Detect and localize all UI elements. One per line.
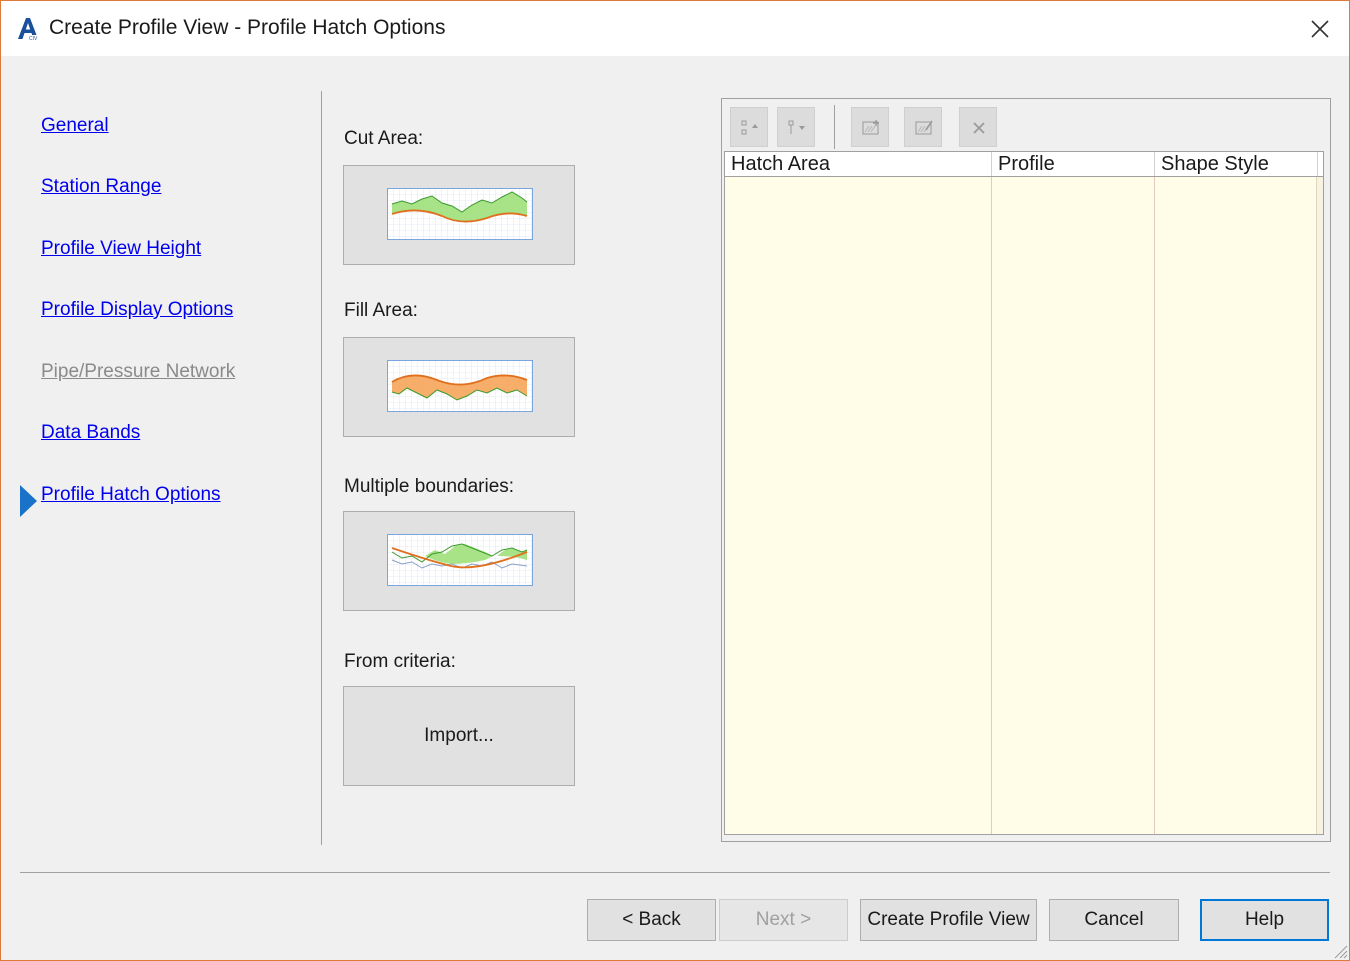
- nav-item-general[interactable]: General: [41, 115, 109, 137]
- move-down-icon: [788, 120, 805, 134]
- fill-area-label: Fill Area:: [344, 300, 418, 321]
- column-divider: [1154, 177, 1155, 834]
- toolbar-separator: [834, 105, 835, 149]
- title-bar: CIV Create Profile View - Profile Hatch …: [1, 1, 1349, 56]
- column-header-shape-style[interactable]: Shape Style: [1155, 152, 1318, 176]
- close-icon[interactable]: [1301, 13, 1337, 45]
- dialog-window: CIV Create Profile View - Profile Hatch …: [0, 0, 1350, 961]
- edit-hatch-button[interactable]: [904, 107, 942, 147]
- multiple-boundaries-hatch-icon: [387, 534, 533, 586]
- import-button[interactable]: Import...: [343, 686, 575, 786]
- footer-divider: [20, 872, 1330, 873]
- cut-area-button[interactable]: [343, 165, 575, 265]
- delete-button[interactable]: [959, 107, 997, 147]
- nav-item-profile-view-height[interactable]: Profile View Height: [41, 238, 201, 260]
- table-header: Hatch Area Profile Shape Style: [725, 152, 1323, 177]
- nav-item-profile-display-options[interactable]: Profile Display Options: [41, 299, 233, 321]
- autocad-civil-logo-icon: CIV: [18, 18, 39, 41]
- multiple-boundaries-label: Multiple boundaries:: [344, 476, 515, 497]
- add-hatch-icon: [862, 120, 879, 135]
- hatch-table: Hatch Area Profile Shape Style: [724, 151, 1324, 835]
- column-header-profile[interactable]: Profile: [992, 152, 1155, 176]
- nav-divider: [321, 91, 322, 845]
- cancel-button[interactable]: Cancel: [1049, 899, 1179, 941]
- cut-area-label: Cut Area:: [344, 128, 424, 149]
- delete-icon: [973, 122, 985, 134]
- back-button[interactable]: < Back: [587, 899, 716, 941]
- move-up-icon: [741, 120, 758, 135]
- multiple-boundaries-button[interactable]: [343, 511, 575, 611]
- move-down-button[interactable]: [777, 107, 815, 147]
- nav-item-station-range[interactable]: Station Range: [41, 176, 161, 198]
- fill-area-hatch-icon: [387, 360, 533, 412]
- add-hatch-button[interactable]: [851, 107, 889, 147]
- svg-text:CIV: CIV: [29, 36, 38, 41]
- cut-area-hatch-icon: [387, 188, 533, 240]
- edit-hatch-icon: [915, 120, 933, 135]
- next-button: Next >: [719, 899, 848, 941]
- move-up-button[interactable]: [730, 107, 768, 147]
- column-divider: [991, 177, 992, 834]
- from-criteria-label: From criteria:: [344, 651, 456, 672]
- nav-item-profile-hatch-options[interactable]: Profile Hatch Options: [41, 484, 221, 506]
- column-header-hatch-area[interactable]: Hatch Area: [725, 152, 992, 176]
- fill-area-button[interactable]: [343, 337, 575, 437]
- window-title: Create Profile View - Profile Hatch Opti…: [49, 16, 446, 39]
- help-button[interactable]: Help: [1200, 899, 1329, 941]
- table-scrollbar[interactable]: [1316, 177, 1323, 834]
- nav-item-data-bands[interactable]: Data Bands: [41, 422, 140, 444]
- nav-item-pipe-pressure-network: Pipe/Pressure Network: [41, 361, 236, 382]
- hatch-grid-panel: Hatch Area Profile Shape Style: [721, 98, 1331, 842]
- resize-grip-icon[interactable]: [1328, 939, 1348, 959]
- create-profile-view-button[interactable]: Create Profile View: [860, 899, 1037, 941]
- current-step-arrow-icon: [20, 485, 37, 517]
